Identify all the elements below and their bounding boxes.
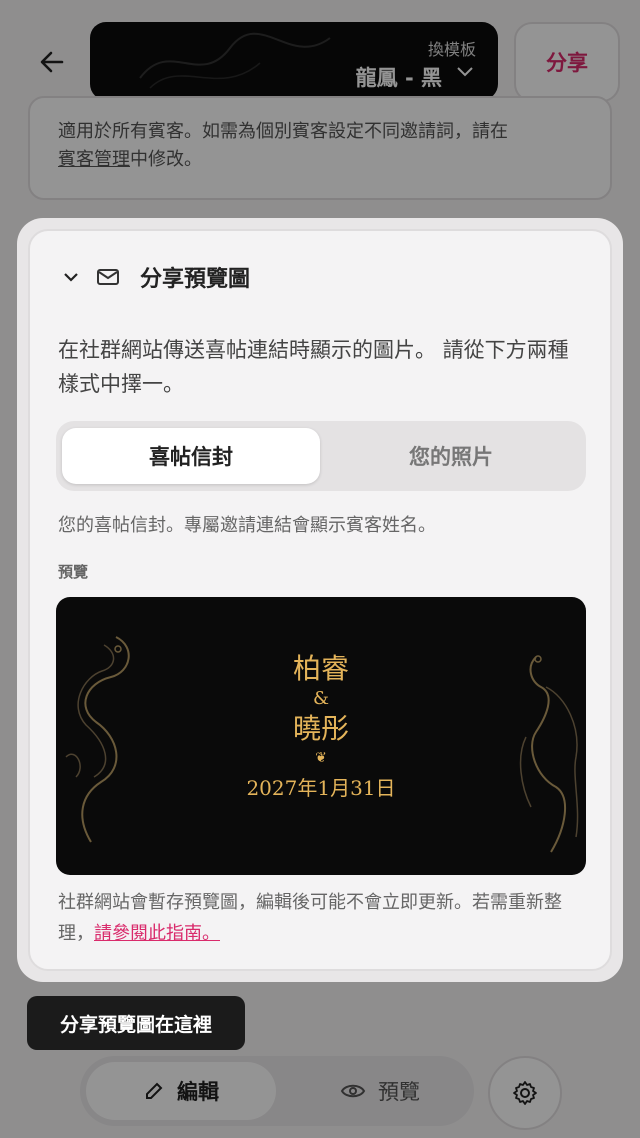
preview-image: 柏睿 & 曉彤 ❦ 2027年1月31日 <box>56 597 586 875</box>
cache-note: 社群網站會暫存預覽圖，編輯後可能不會立即更新。若需重新整理，請參閱此指南。 <box>58 887 588 949</box>
coach-tooltip: 分享預覽圖在這裡 <box>27 996 245 1050</box>
card-header[interactable]: 分享預覽圖 <box>62 261 250 293</box>
envelope-icon <box>97 269 119 285</box>
preview-text: 柏睿 & 曉彤 ❦ 2027年1月31日 <box>56 651 586 805</box>
toggle-option-photo[interactable]: 您的照片 <box>322 428 580 484</box>
ornament: ❦ <box>315 750 327 766</box>
wedding-date: 2027年1月31日 <box>246 776 396 800</box>
name-1: 柏睿 <box>292 652 349 685</box>
style-toggle: 喜帖信封 您的照片 <box>56 421 586 491</box>
ampersand: & <box>312 688 330 709</box>
toggle-option-envelope[interactable]: 喜帖信封 <box>62 428 320 484</box>
name-2: 曉彤 <box>292 712 349 745</box>
guide-link[interactable]: 請參閱此指南。 <box>94 923 220 944</box>
preview-label: 預覽 <box>58 563 89 581</box>
chevron-down-icon <box>64 273 78 282</box>
card-description: 在社群網站傳送喜帖連結時顯示的圖片。 請從下方兩種樣式中擇一。 <box>58 338 569 396</box>
share-preview-card: 分享預覽圖 在社群網站傳送喜帖連結時顯示的圖片。 請從下方兩種樣式中擇一。 喜帖… <box>28 229 612 971</box>
option-description: 您的喜帖信封。專屬邀請連結會顯示賓客姓名。 <box>58 515 436 536</box>
card-title: 分享預覽圖 <box>140 267 251 292</box>
